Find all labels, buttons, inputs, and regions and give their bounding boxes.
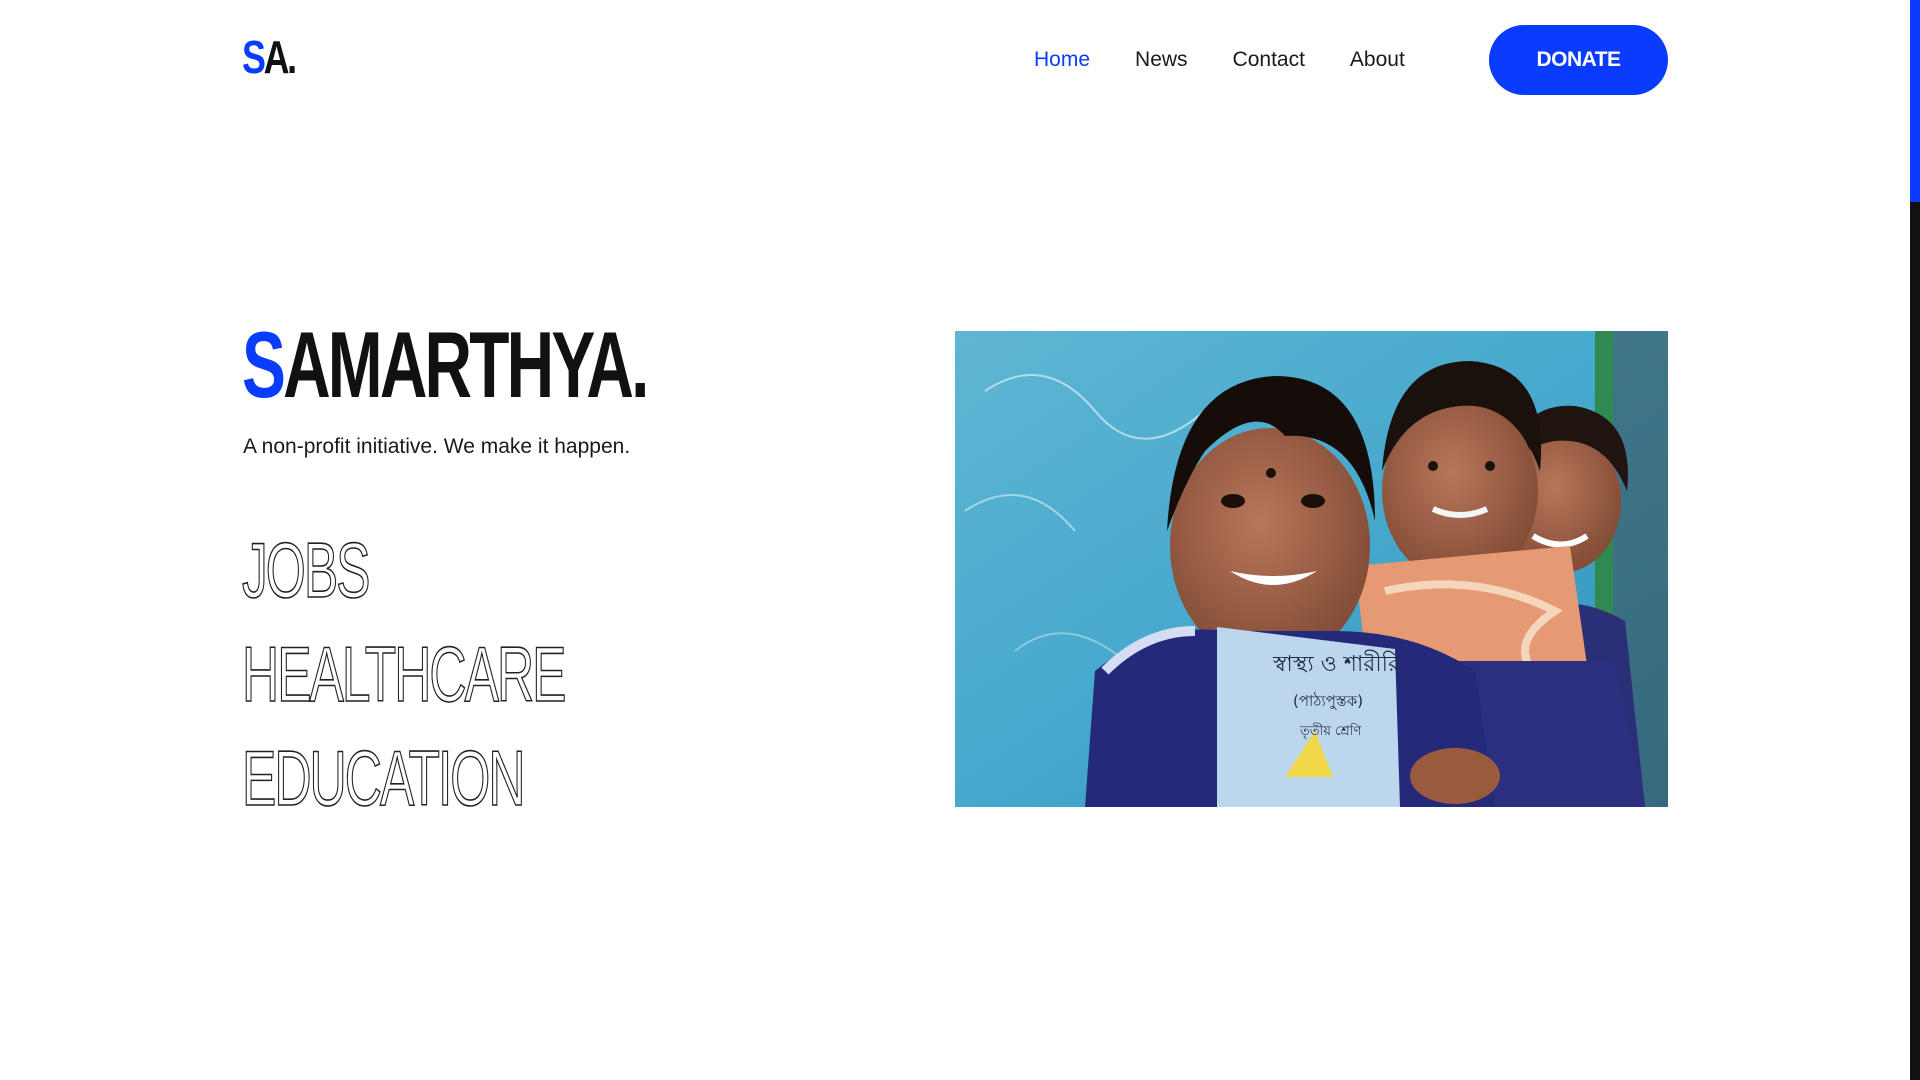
- nav-home-link[interactable]: Home: [1034, 48, 1090, 72]
- logo-initial: S: [242, 31, 266, 83]
- nav-news-link[interactable]: News: [1135, 48, 1188, 72]
- focus-area-healthcare: HEALTHCARE: [241, 630, 567, 718]
- donate-button[interactable]: DONATE: [1489, 25, 1668, 95]
- book-grade-text: তৃতীয় শ্রেণি: [1299, 723, 1362, 739]
- focus-areas-list: JOBS HEALTHCARE EDUCATION: [241, 526, 731, 842]
- logo[interactable]: S A.: [242, 31, 298, 83]
- logo-rest: A.: [263, 31, 298, 83]
- book-subtitle-text: (পাঠ্যপুস্তক): [1293, 692, 1363, 710]
- focus-area-education: EDUCATION: [241, 734, 526, 822]
- page-scrollbar[interactable]: [1910, 0, 1920, 1080]
- hero-title-rest: AMARTHYA.: [283, 312, 649, 417]
- hero-photo-children: স্বাস্থ্য ও শারীরি (পাঠ্যপুস্তক) তৃতীয় …: [955, 331, 1668, 807]
- book-title-text: স্বাস্থ্য ও শারীরি: [1272, 650, 1401, 677]
- nav-contact-link[interactable]: Contact: [1233, 48, 1305, 72]
- focus-area-jobs: JOBS: [241, 526, 371, 614]
- main-nav: Home News Contact About: [1034, 44, 1405, 76]
- scrollbar-thumb[interactable]: [1910, 0, 1920, 202]
- hero-tagline: A non-profit initiative. We make it happ…: [243, 435, 631, 458]
- hero-title-initial: S: [242, 312, 286, 417]
- hero-photo-illustration: স্বাস্থ্য ও শারীরি (পাঠ্যপুস্তক) তৃতীয় …: [955, 331, 1668, 807]
- page: S A. Home News Contact About DONATE SAMA…: [0, 0, 1920, 1080]
- hero-title: SAMARTHYA.: [242, 318, 649, 412]
- nav-about-link[interactable]: About: [1350, 48, 1405, 72]
